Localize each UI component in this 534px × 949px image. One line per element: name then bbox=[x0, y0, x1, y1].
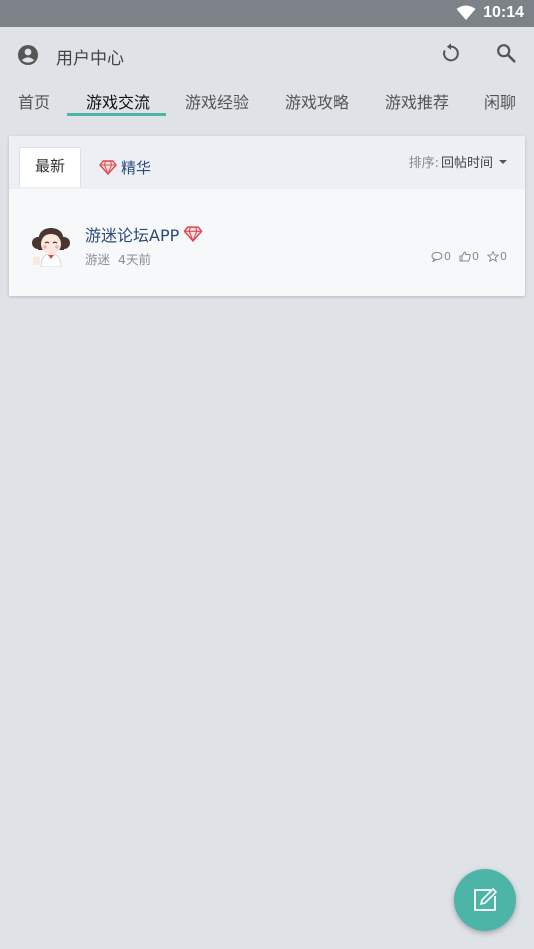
post-title: 游迷论坛APP bbox=[85, 222, 203, 246]
comment-count: 0 bbox=[431, 250, 451, 263]
page-title: 用户中心 bbox=[56, 49, 124, 69]
like-count: 0 bbox=[459, 250, 479, 263]
sort-label: 排序: bbox=[408, 156, 439, 171]
star-icon bbox=[487, 251, 499, 262]
tab-game-exchange[interactable]: 游戏交流 bbox=[86, 89, 150, 113]
post-time: 4天前 bbox=[118, 252, 151, 267]
comment-icon bbox=[431, 251, 443, 262]
sub-tab-featured-label: 精华 bbox=[121, 159, 152, 177]
sub-tab-latest[interactable]: 最新 bbox=[19, 147, 81, 187]
featured-gem-icon bbox=[183, 226, 203, 242]
post-author: 游迷 bbox=[85, 252, 111, 267]
refresh-icon[interactable] bbox=[440, 42, 462, 68]
caret-down-icon bbox=[499, 159, 507, 164]
search-icon[interactable] bbox=[495, 42, 517, 68]
account-circle-icon[interactable] bbox=[16, 43, 40, 71]
active-tab-indicator bbox=[67, 113, 166, 116]
category-tabs: 首页 游戏交流 游戏经验 游戏攻略 游戏推荐 闲聊 bbox=[0, 83, 534, 119]
tab-game-recommend[interactable]: 游戏推荐 bbox=[385, 89, 449, 113]
post-title-text: 游迷论坛APP bbox=[85, 226, 180, 245]
card-header: 最新 精华 排序: 回帖时间 bbox=[9, 136, 525, 189]
avatar bbox=[29, 223, 73, 268]
list-item[interactable]: 游迷论坛APP 游迷 4天前 0 0 0 bbox=[9, 189, 525, 296]
post-stats: 0 0 0 bbox=[423, 250, 507, 263]
wifi-icon bbox=[456, 5, 476, 25]
status-bar: 10:14 bbox=[0, 0, 534, 27]
compose-button[interactable] bbox=[454, 869, 516, 931]
tab-home[interactable]: 首页 bbox=[18, 89, 50, 113]
sub-tab-featured[interactable]: 精华 bbox=[99, 157, 151, 178]
top-app-bar: 用户中心 bbox=[0, 27, 534, 83]
tab-game-experience[interactable]: 游戏经验 bbox=[185, 89, 249, 113]
sort-dropdown[interactable]: 排序: 回帖时间 bbox=[409, 152, 507, 171]
tab-game-guides[interactable]: 游戏攻略 bbox=[285, 89, 349, 113]
gem-icon bbox=[99, 160, 117, 175]
post-list-card: 最新 精华 排序: 回帖时间 游迷论坛APP 游迷 4天前 0 0 0 bbox=[9, 136, 525, 296]
tab-chat[interactable]: 闲聊 bbox=[484, 89, 516, 113]
edit-icon bbox=[474, 888, 497, 911]
clock: 10:14 bbox=[483, 4, 524, 21]
favorite-count: 0 bbox=[487, 250, 507, 263]
sort-value: 回帖时间 bbox=[440, 156, 493, 171]
thumbs-up-icon bbox=[459, 251, 471, 262]
post-meta: 游迷 4天前 bbox=[85, 249, 151, 268]
